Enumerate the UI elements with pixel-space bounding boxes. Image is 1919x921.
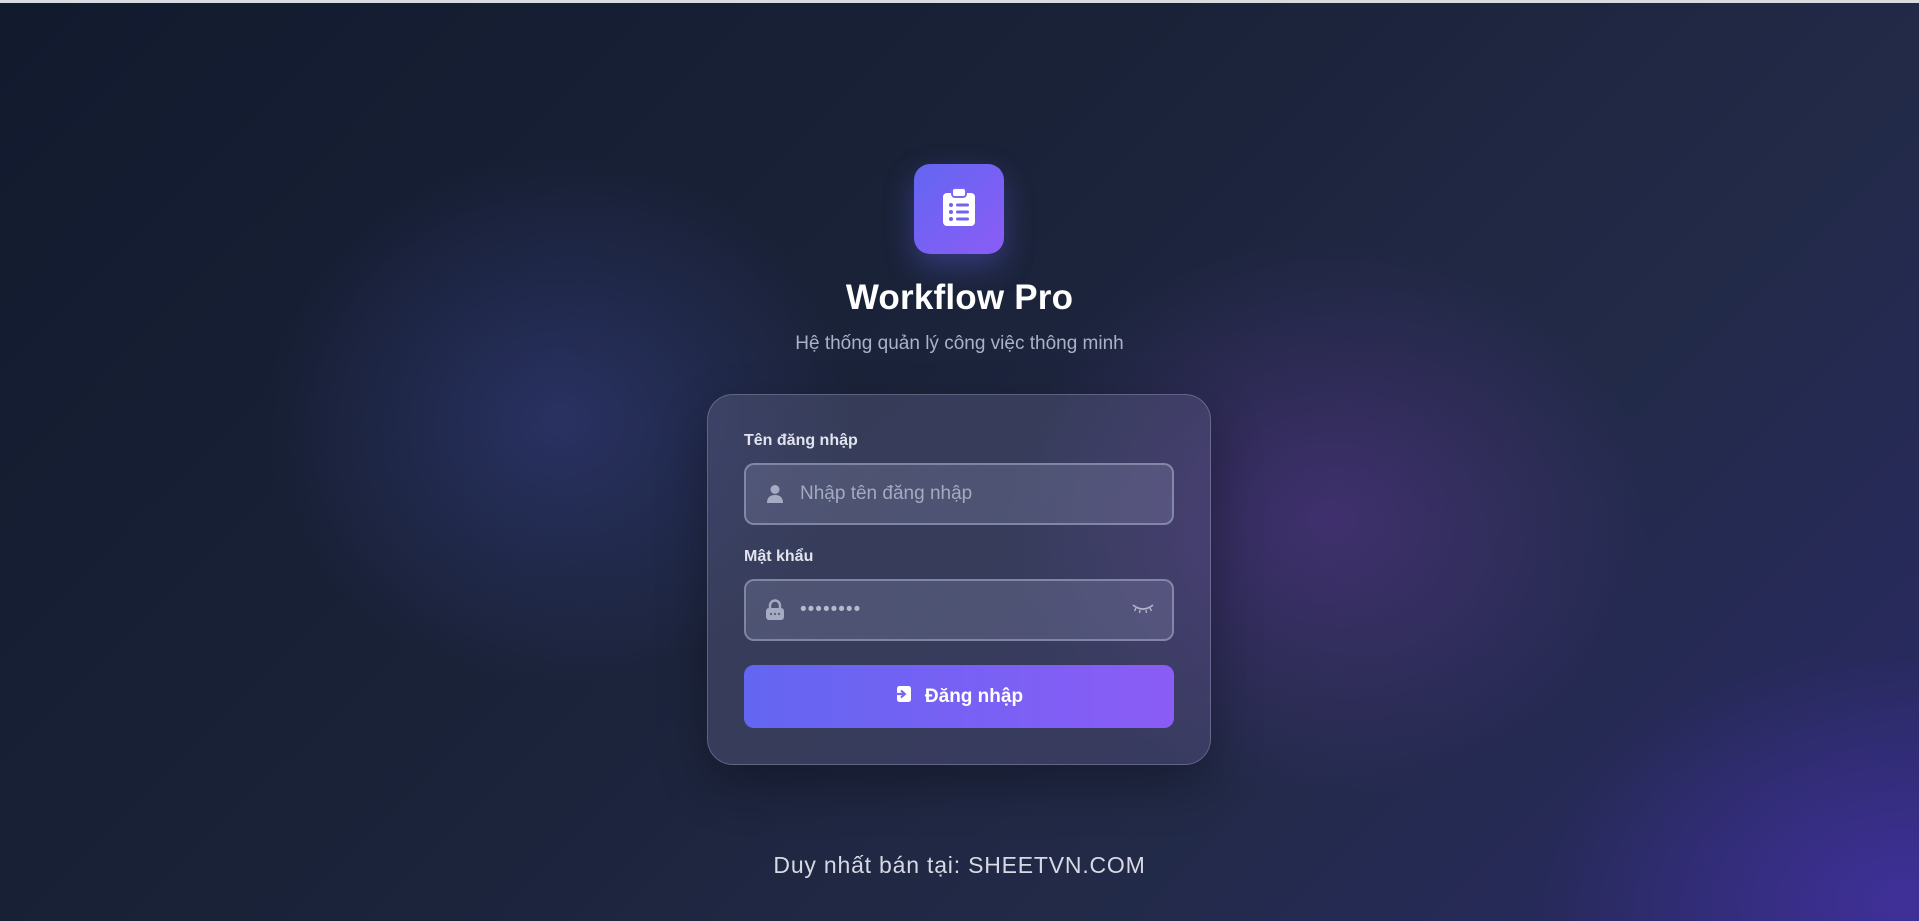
password-field[interactable]: •••••••• bbox=[744, 579, 1174, 641]
password-label: Mật khẩu bbox=[744, 548, 814, 565]
login-button-label: Đăng nhập bbox=[924, 685, 1024, 707]
footer-text: Duy nhất bán tại: SHEETVN.COM bbox=[773, 852, 1146, 878]
app-title: Workflow Pro bbox=[845, 278, 1074, 317]
username-field[interactable] bbox=[744, 463, 1174, 525]
username-input[interactable] bbox=[800, 465, 1130, 523]
app-logo bbox=[914, 164, 1004, 254]
login-button[interactable]: Đăng nhập bbox=[744, 665, 1174, 728]
top-border bbox=[0, 0, 1919, 3]
lock-icon bbox=[764, 599, 786, 621]
login-icon bbox=[894, 685, 913, 709]
clipboard-list-icon bbox=[941, 186, 977, 232]
eye-closed-icon[interactable] bbox=[1130, 598, 1156, 620]
password-input[interactable]: •••••••• bbox=[800, 581, 861, 639]
username-label: Tên đăng nhập bbox=[744, 432, 858, 449]
user-icon bbox=[764, 483, 786, 505]
login-card: Tên đăng nhập Mật khẩu •••••••• bbox=[707, 394, 1211, 765]
app-subtitle: Hệ thống quản lý công việc thông minh bbox=[795, 333, 1124, 354]
